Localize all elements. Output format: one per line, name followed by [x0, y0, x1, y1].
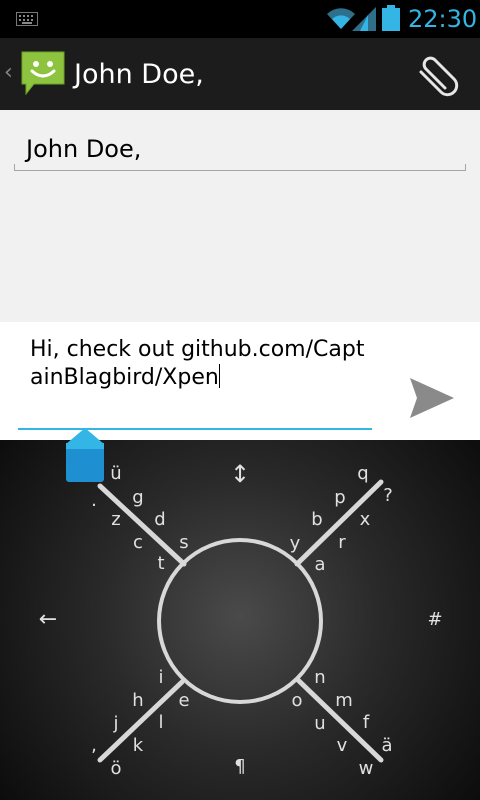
field-tick-left: [14, 164, 15, 170]
key-backspace[interactable]: ←: [39, 609, 57, 631]
key-o-umlaut[interactable]: ö: [110, 759, 121, 779]
message-input[interactable]: Hi, check out github.com/CaptainBlagbird…: [18, 334, 372, 430]
text-caret: [218, 364, 220, 388]
key-u[interactable]: u: [314, 714, 325, 734]
compose-bar: Hi, check out github.com/CaptainBlagbird…: [0, 322, 480, 440]
key-i[interactable]: i: [158, 668, 163, 688]
key-b[interactable]: b: [311, 510, 322, 530]
key-question[interactable]: ?: [383, 486, 393, 506]
key-l[interactable]: l: [158, 713, 163, 733]
clock: 22:30: [408, 5, 478, 33]
message-text: Hi, check out github.com/CaptainBlagbird…: [30, 337, 365, 390]
send-icon[interactable]: [408, 374, 456, 422]
key-t[interactable]: t: [157, 554, 164, 574]
keyboard-notification-icon: [16, 12, 38, 26]
key-x[interactable]: x: [360, 510, 371, 530]
messaging-app-icon[interactable]: [20, 50, 66, 96]
key-k[interactable]: k: [133, 736, 143, 756]
key-p[interactable]: p: [334, 488, 345, 508]
key-e[interactable]: e: [178, 691, 189, 711]
recipient-value: John Doe,: [26, 135, 142, 163]
key-o[interactable]: o: [291, 691, 302, 711]
key-j[interactable]: j: [113, 714, 118, 734]
key-g[interactable]: g: [132, 488, 143, 508]
key-w[interactable]: w: [359, 759, 374, 779]
key-s[interactable]: s: [179, 533, 188, 553]
key-v[interactable]: v: [337, 736, 348, 756]
key-period[interactable]: .: [91, 491, 97, 511]
recipient-field[interactable]: John Doe,: [14, 132, 466, 171]
action-bar: ‹ John Doe,: [0, 38, 480, 110]
key-r[interactable]: r: [338, 533, 345, 553]
key-a[interactable]: a: [314, 555, 325, 575]
key-enter[interactable]: ¶: [234, 757, 245, 777]
keyboard-guides: [97, 479, 384, 763]
page-title: John Doe,: [74, 59, 204, 90]
signal-icon: [352, 7, 376, 31]
key-hash[interactable]: #: [427, 610, 442, 630]
key-c[interactable]: c: [133, 533, 143, 553]
key-resize[interactable]: ↕: [230, 462, 250, 486]
battery-icon: [382, 5, 400, 31]
key-u-umlaut[interactable]: ü: [110, 464, 121, 484]
text-selection-handle[interactable]: [66, 428, 104, 482]
key-comma[interactable]: ,: [91, 736, 97, 756]
key-q[interactable]: q: [357, 464, 368, 484]
key-y[interactable]: y: [290, 534, 301, 554]
key-f[interactable]: f: [363, 713, 369, 733]
chevron-left-icon[interactable]: ‹: [4, 60, 13, 85]
key-n[interactable]: n: [314, 668, 325, 688]
key-d[interactable]: d: [154, 510, 165, 530]
key-a-umlaut[interactable]: ä: [381, 736, 392, 756]
center-circle: [157, 538, 323, 704]
key-m[interactable]: m: [335, 691, 353, 711]
field-tick-right: [465, 164, 466, 170]
status-bar: 22:30: [0, 0, 480, 38]
key-h[interactable]: h: [132, 691, 143, 711]
key-z[interactable]: z: [111, 510, 120, 530]
paperclip-icon[interactable]: [412, 52, 462, 98]
content-area: John Doe,: [0, 110, 480, 322]
circular-keyboard[interactable]: ü. g z d c s t ↕ q? p b x y r a ← # i h e j l, k ö n o m u f v ä w ¶: [0, 440, 480, 800]
